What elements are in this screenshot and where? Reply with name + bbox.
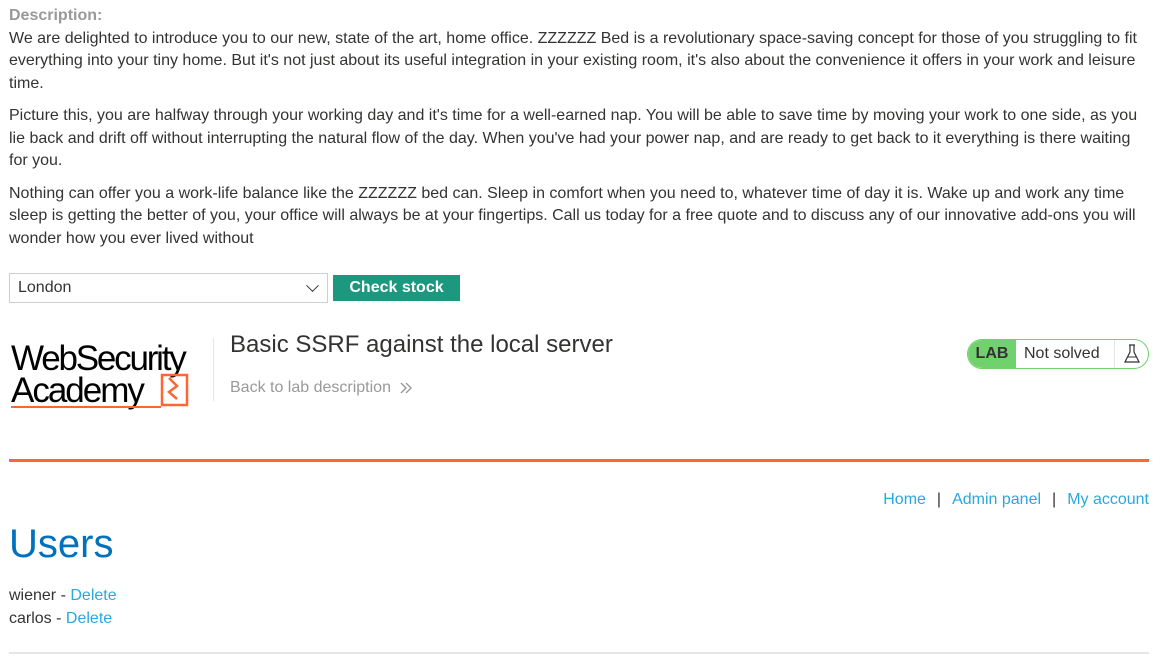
user-separator: - [51,610,66,627]
double-chevron-right-icon [399,381,413,395]
logo-emblem-frame [160,373,189,407]
user-row: carlos - Delete [9,607,117,630]
lab-status-widget: LAB Not solved [967,339,1149,369]
page: Description: We are delighted to introdu… [0,0,1164,672]
lab-title: Basic SSRF against the local server [230,331,613,358]
nav-separator: | [1052,491,1057,508]
academy-lab-header: WebSecurity Academy Basic SSRF against t… [9,332,1149,412]
user-name: wiener [9,587,57,604]
user-row: wiener - Delete [9,584,117,607]
lab-badge: LAB [968,340,1016,368]
back-link-label: Back to lab description [230,379,391,396]
top-navigation: Home | Admin panel | My account [883,491,1149,509]
nav-home-link[interactable]: Home [883,491,926,509]
store-select[interactable]: London [9,273,328,303]
description-paragraph: Picture this, you are halfway through yo… [9,107,1138,169]
logo-divider [213,338,214,401]
header-divider [9,459,1149,462]
delete-user-link[interactable]: Delete [70,587,116,604]
logo-lightning-mark [167,377,179,400]
product-description: Description: We are delighted to introdu… [9,0,1149,260]
footer-divider [9,652,1149,654]
back-to-lab-description-link[interactable]: Back to lab description [230,379,413,397]
description-paragraph: We are delighted to introduce you to our… [9,29,1137,92]
chevron-down-icon [306,278,319,292]
description-body: We are delighted to introduce you to our… [9,28,1149,251]
description-paragraph: Nothing can offer you a work-life balanc… [9,184,1136,247]
logo-text-line2: Academy [11,371,145,410]
web-security-academy-logo[interactable]: WebSecurity Academy [9,336,214,410]
store-select-value: London [18,279,72,296]
stock-check-form: London Check stock [9,273,460,303]
nav-separator: | [936,491,942,508]
check-stock-button[interactable]: Check stock [333,275,460,301]
users-heading: Users [9,522,114,566]
description-label: Description: [9,7,103,24]
flask-icon [1115,344,1148,364]
users-list: wiener - Delete carlos - Delete [9,584,117,630]
user-separator: - [56,587,71,604]
delete-user-link[interactable]: Delete [66,610,112,627]
nav-admin-panel-link[interactable]: Admin panel [952,491,1041,509]
lab-status-text: Not solved [1016,340,1115,368]
nav-my-account-link[interactable]: My account [1067,491,1149,509]
user-name: carlos [9,610,52,627]
